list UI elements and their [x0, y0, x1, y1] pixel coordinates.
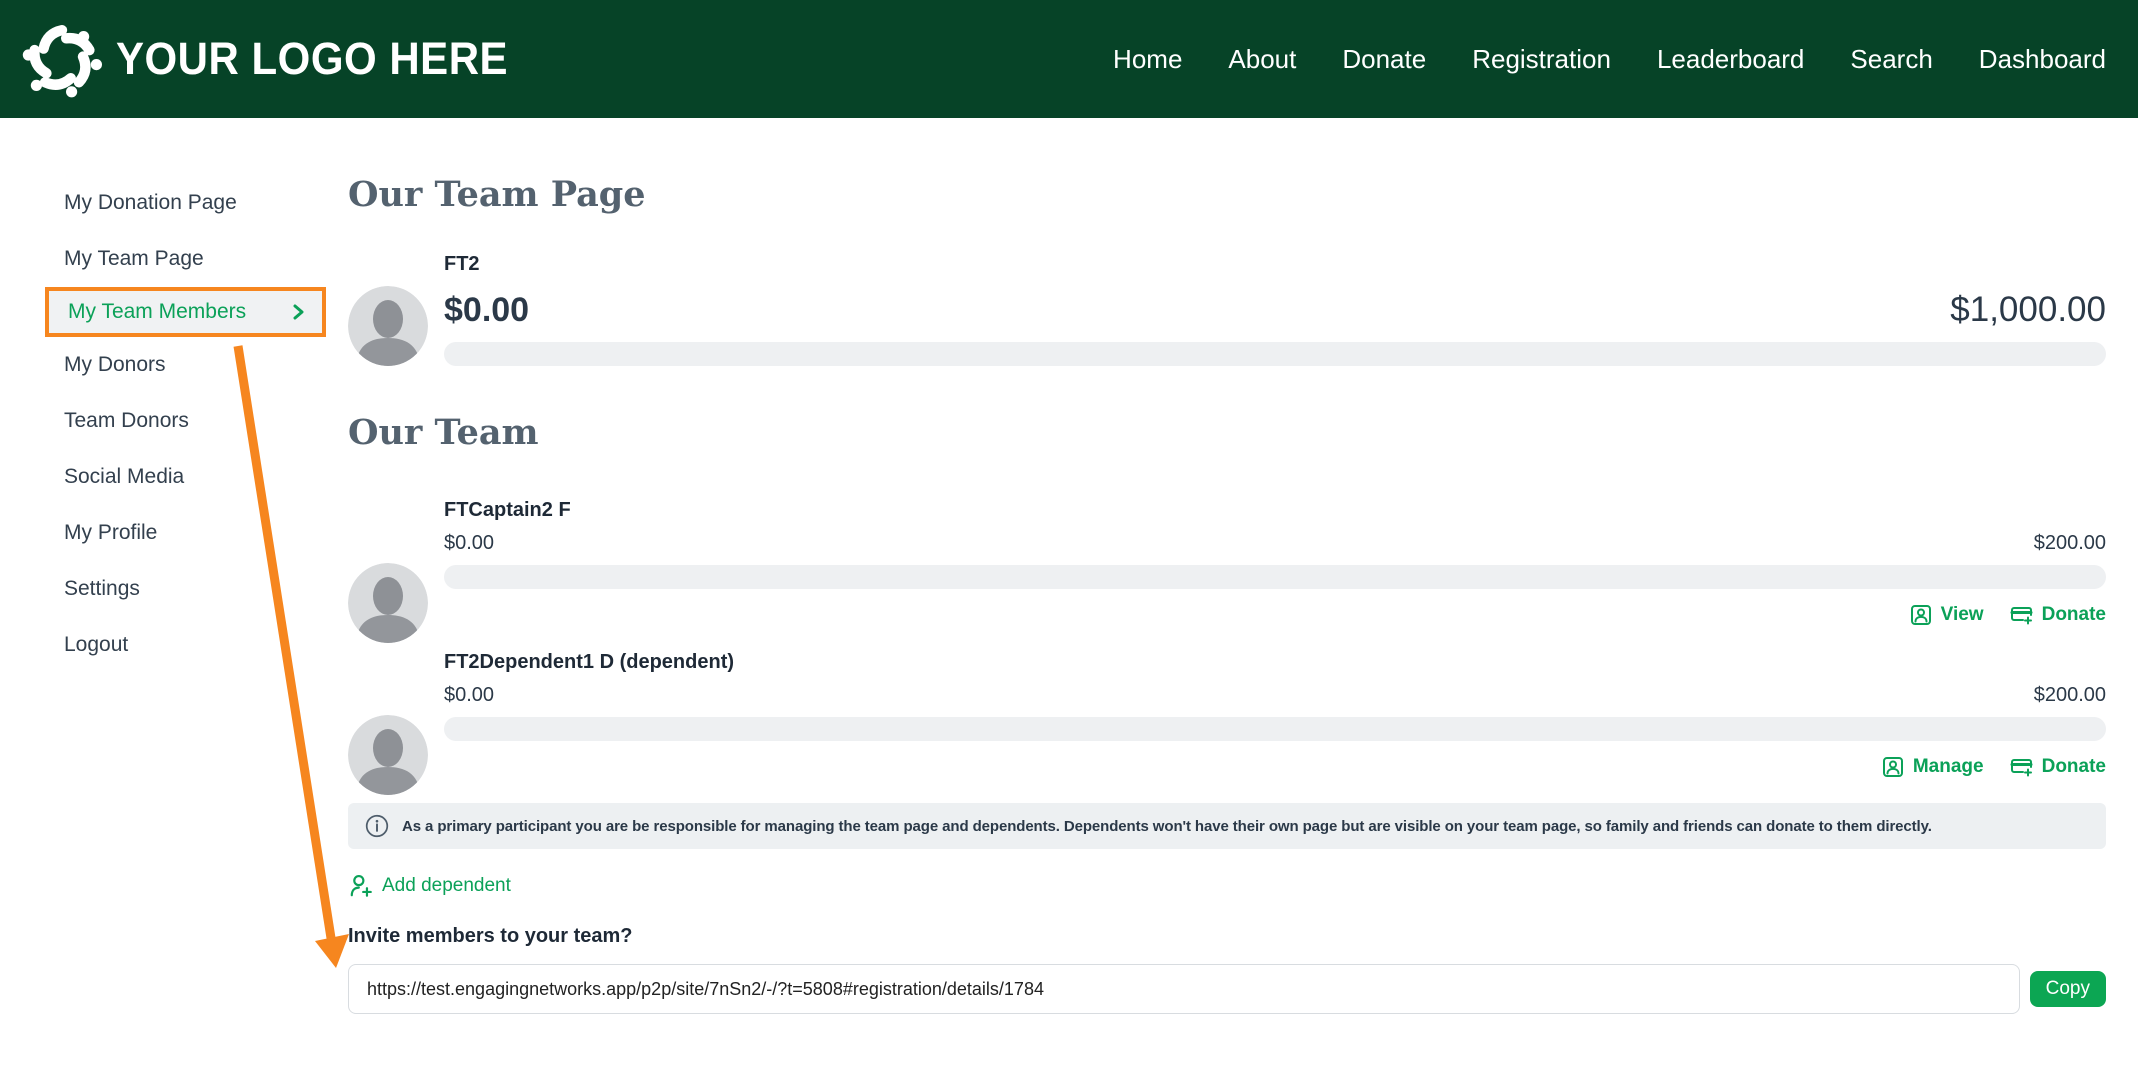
nav-search[interactable]: Search	[1850, 44, 1932, 75]
action-label: View	[1941, 604, 1984, 626]
sidebar-item-label: My Team Members	[68, 300, 246, 324]
user-card-icon	[1909, 603, 1933, 627]
add-dependent-label: Add dependent	[382, 875, 511, 897]
nav-donate[interactable]: Donate	[1342, 44, 1426, 75]
sidebar-item-social-media[interactable]: Social Media	[0, 449, 348, 505]
invite-url-input[interactable]	[348, 964, 2020, 1014]
sidebar-item-settings[interactable]: Settings	[0, 561, 348, 617]
sidebar-item-my-donation-page[interactable]: My Donation Page	[0, 175, 348, 231]
team-member-row: FTCaptain2 F $0.00 $200.00 View	[348, 499, 2106, 643]
team-member-row: FT2Dependent1 D (dependent) $0.00 $200.0…	[348, 651, 2106, 795]
member-raised-amount: $0.00	[444, 684, 494, 707]
nav-registration[interactable]: Registration	[1472, 44, 1611, 75]
manage-member-link[interactable]: Manage	[1881, 755, 1984, 779]
add-dependent-link[interactable]: Add dependent	[348, 873, 511, 899]
nav-about[interactable]: About	[1228, 44, 1296, 75]
team-raised-amount: $0.00	[444, 291, 529, 330]
page-title: Our Team Page	[348, 174, 2106, 215]
pinwheel-logo-icon	[22, 19, 102, 99]
team-summary: FT2 $0.00 $1,000.00	[348, 253, 2106, 366]
donate-to-member-link[interactable]: Donate	[2010, 603, 2106, 627]
card-plus-icon	[2010, 755, 2034, 779]
copy-button[interactable]: Copy	[2030, 971, 2106, 1007]
sidebar-item-my-team-page[interactable]: My Team Page	[0, 231, 348, 287]
avatar-silhouette-icon	[348, 715, 428, 795]
member-raised-amount: $0.00	[444, 532, 494, 555]
nav-home[interactable]: Home	[1113, 44, 1182, 75]
member-progress-bar	[444, 565, 2106, 589]
main-content: Our Team Page FT2 $0.	[348, 118, 2106, 1014]
logo-text: YOUR LOGO HERE	[116, 33, 508, 85]
avatar-silhouette-icon	[348, 286, 428, 366]
sidebar-item-my-team-members[interactable]: My Team Members	[45, 287, 326, 337]
invite-label: Invite members to your team?	[348, 925, 2106, 948]
team-name: FT2	[444, 253, 2106, 276]
view-member-link[interactable]: View	[1909, 603, 1984, 627]
user-card-icon	[1881, 755, 1905, 779]
sidebar-item-team-donors[interactable]: Team Donors	[0, 393, 348, 449]
nav-leaderboard[interactable]: Leaderboard	[1657, 44, 1804, 75]
action-label: Manage	[1913, 756, 1984, 778]
card-plus-icon	[2010, 603, 2034, 627]
user-plus-icon	[348, 873, 374, 899]
team-progress-bar	[444, 342, 2106, 366]
action-label: Donate	[2042, 604, 2106, 626]
logo[interactable]: YOUR LOGO HERE	[22, 19, 508, 99]
member-goal-amount: $200.00	[2034, 684, 2106, 707]
action-label: Donate	[2042, 756, 2106, 778]
primary-participant-note: As a primary participant you are be resp…	[348, 803, 2106, 849]
avatar-silhouette-icon	[348, 563, 428, 643]
member-name: FTCaptain2 F	[444, 499, 2106, 522]
page: YOUR LOGO HERE Home About Donate Registr…	[0, 0, 2138, 1091]
sidebar-item-my-profile[interactable]: My Profile	[0, 505, 348, 561]
invite-row: Copy	[348, 964, 2106, 1014]
member-progress-bar	[444, 717, 2106, 741]
note-text: As a primary participant you are be resp…	[402, 818, 1932, 835]
chevron-right-icon	[288, 302, 308, 322]
team-goal-amount: $1,000.00	[1950, 290, 2106, 330]
member-avatar	[348, 715, 428, 795]
main-nav: Home About Donate Registration Leaderboa…	[1113, 44, 2106, 75]
top-navbar: YOUR LOGO HERE Home About Donate Registr…	[0, 0, 2138, 118]
our-team-heading: Our Team	[348, 412, 2106, 453]
info-icon	[364, 813, 390, 839]
sidebar-item-my-donors[interactable]: My Donors	[0, 337, 348, 393]
member-goal-amount: $200.00	[2034, 532, 2106, 555]
sidebar-item-logout[interactable]: Logout	[0, 617, 348, 673]
nav-dashboard[interactable]: Dashboard	[1979, 44, 2106, 75]
sidebar: My Donation Page My Team Page My Team Me…	[0, 118, 348, 1014]
member-avatar	[348, 563, 428, 643]
team-avatar	[348, 286, 428, 366]
donate-to-member-link[interactable]: Donate	[2010, 755, 2106, 779]
member-name: FT2Dependent1 D (dependent)	[444, 651, 2106, 674]
